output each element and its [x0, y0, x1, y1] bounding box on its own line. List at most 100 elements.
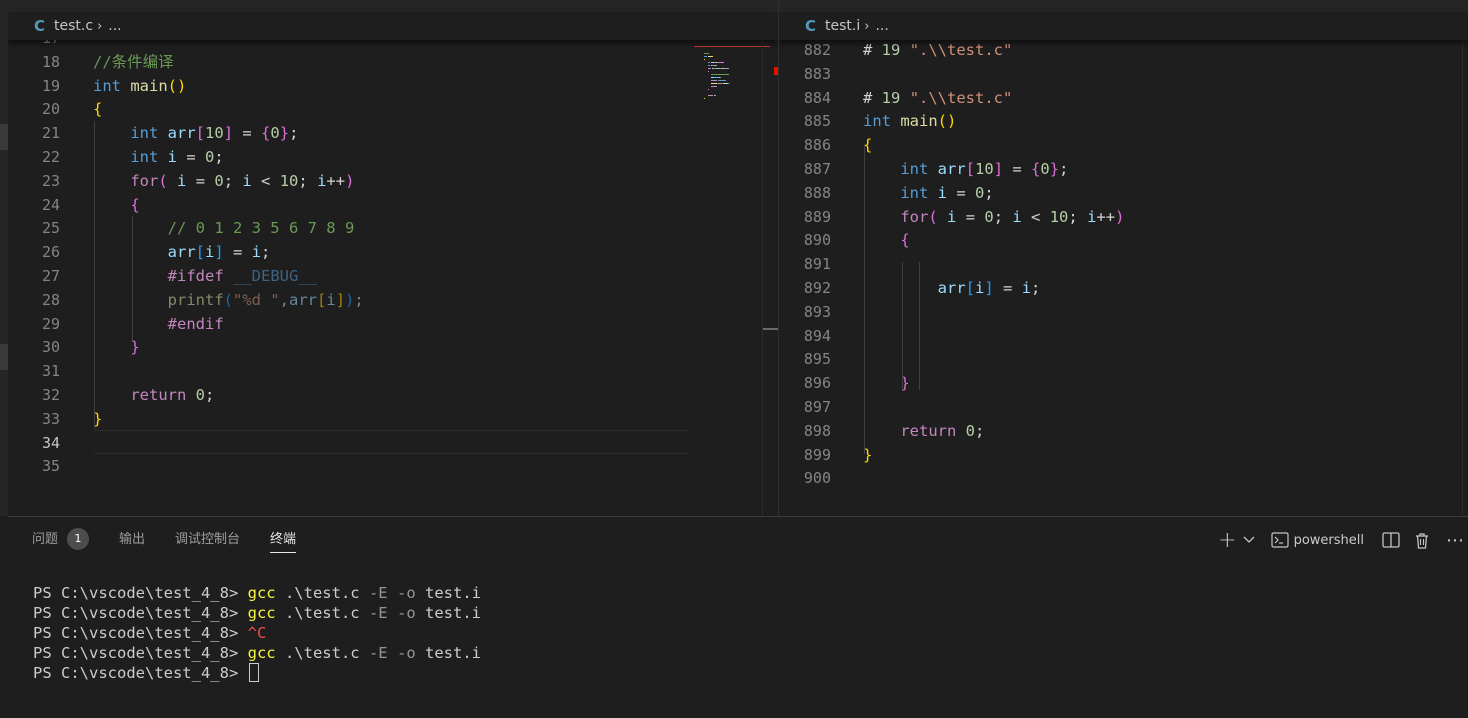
code-token: {: [93, 100, 103, 119]
code-line[interactable]: 30 }: [8, 335, 778, 359]
code-line[interactable]: 883: [779, 62, 1468, 86]
code-line[interactable]: 24 {: [8, 193, 778, 217]
breadcrumb-more[interactable]: ...: [108, 18, 121, 34]
code-token: i: [326, 290, 336, 309]
code-text: int i = 0;: [93, 145, 223, 169]
code-line[interactable]: 891: [779, 252, 1468, 276]
code-line[interactable]: 890 {: [779, 228, 1468, 252]
code-line[interactable]: 893: [779, 300, 1468, 324]
code-token: ;: [261, 243, 271, 262]
new-terminal-button[interactable]: +: [1218, 528, 1236, 553]
code-line[interactable]: 31: [8, 359, 778, 383]
vertical-scrollbar[interactable]: [762, 40, 778, 516]
line-number: 32: [41, 386, 60, 404]
code-line[interactable]: 896 }: [779, 371, 1468, 395]
code-line[interactable]: 895: [779, 347, 1468, 371]
terminal-token: -o: [396, 644, 416, 662]
code-line[interactable]: 882 # 19 ".\\test.c": [779, 38, 1468, 62]
code-token: (: [928, 207, 938, 226]
code-line[interactable]: 894: [779, 324, 1468, 348]
terminal-shell-selector[interactable]: powershell: [1270, 532, 1364, 548]
chevron-down-icon[interactable]: [1243, 536, 1255, 544]
code-line[interactable]: 26 arr[i] = i;: [8, 240, 778, 264]
code-token: main: [900, 112, 938, 131]
code-line[interactable]: 886{: [779, 133, 1468, 157]
code-line[interactable]: 25 // 0 1 2 3 5 6 7 8 9: [8, 216, 778, 240]
c-file-icon: C: [34, 17, 46, 35]
code-token: 10: [205, 124, 224, 143]
code-token: i: [242, 171, 252, 190]
code-line[interactable]: 898 return 0;: [779, 419, 1468, 443]
panel-tab[interactable]: 问题 1: [32, 517, 90, 563]
indent-guide: [902, 262, 903, 390]
breadcrumb[interactable]: C test.c › ...: [8, 12, 778, 40]
code-area[interactable]: 1718//条件编译19int main()20{21 int arr[10] …: [8, 29, 778, 516]
code-token: 0: [965, 421, 976, 440]
code-token: (: [223, 290, 233, 309]
minimap-stroke: [720, 77, 722, 78]
code-line[interactable]: 23 for( i = 0; i < 10; i++): [8, 169, 778, 193]
code-line[interactable]: 19 int main(): [8, 74, 778, 98]
code-token: [: [317, 290, 327, 309]
code-area[interactable]: 882 # 19 ".\\test.c" 883 884 # 19 ".\\test.c…: [779, 40, 1468, 516]
code-line[interactable]: 22 int i = 0;: [8, 145, 778, 169]
activity-marker: [0, 344, 8, 370]
breadcrumb[interactable]: C test.i › ...: [779, 12, 1468, 40]
panel-actions: + powershell ⋯: [1204, 517, 1468, 563]
terminal-token: gcc: [247, 644, 276, 662]
code-line[interactable]: 900: [779, 466, 1468, 490]
panel-tab[interactable]: 调试控制台: [175, 517, 240, 563]
line-number: 23: [41, 171, 60, 190]
code-text: for( i = 0; i < 10; i++): [93, 169, 354, 193]
code-line[interactable]: 18 //条件编译: [8, 50, 778, 74]
split-terminal-icon[interactable]: [1382, 532, 1400, 548]
code-line[interactable]: 21 int arr[10] = {0};: [8, 121, 778, 145]
panel-tab[interactable]: 终端: [270, 517, 297, 563]
code-token: ;: [298, 171, 318, 190]
line-number: 33: [41, 409, 60, 428]
panel-tab[interactable]: 输出: [119, 517, 145, 563]
code-token: return: [900, 421, 957, 440]
minimap[interactable]: [694, 40, 770, 116]
code-line[interactable]: 20 {: [8, 97, 778, 121]
code-token: ++: [326, 171, 346, 190]
line-number: 882: [803, 41, 831, 59]
code-token: 0: [1040, 160, 1050, 178]
breadcrumb-file[interactable]: test.i: [825, 18, 860, 34]
minimap-stroke: [722, 62, 724, 63]
code-token: (): [167, 76, 187, 95]
code-line[interactable]: 887 int arr[10] = {0};: [779, 157, 1468, 181]
terminal-line: PS C:\vscode\test_4_8> gcc .\test.c -E -…: [33, 583, 481, 603]
minimap-stroke: [711, 80, 717, 81]
code-line[interactable]: 899}: [779, 443, 1468, 467]
code-line[interactable]: 888 int i = 0;: [779, 181, 1468, 205]
code-line[interactable]: 897: [779, 395, 1468, 419]
code-line[interactable]: 27 #ifdef __DEBUG__: [8, 264, 778, 288]
breadcrumb-file[interactable]: test.c: [54, 18, 93, 34]
code-line[interactable]: 33}: [8, 407, 778, 431]
code-line[interactable]: 889 for( i = 0; i < 10; i++): [779, 205, 1468, 229]
code-line[interactable]: 32 return 0;: [8, 383, 778, 407]
code-token: //条件编译: [93, 52, 174, 71]
more-actions-icon[interactable]: ⋯: [1446, 530, 1464, 551]
code-token: printf: [167, 290, 224, 309]
code-token: [: [965, 160, 976, 178]
panel-tab-label: 问题: [32, 532, 59, 547]
terminal-output[interactable]: PS C:\vscode\test_4_8> gcc .\test.c -E -…: [33, 583, 481, 683]
code-line[interactable]: 28 printf("%d ",arr[i]);: [8, 288, 778, 312]
trash-icon[interactable]: [1414, 532, 1430, 549]
code-line[interactable]: 35: [8, 454, 778, 478]
line-number: 887: [803, 160, 831, 178]
vertical-scrollbar[interactable]: [1462, 40, 1468, 516]
code-line[interactable]: 29 #endif: [8, 312, 778, 336]
code-line[interactable]: 885 int main(): [779, 109, 1468, 133]
breadcrumb-more[interactable]: ...: [875, 18, 888, 34]
code-line[interactable]: 884 # 19 ".\\test.c": [779, 86, 1468, 110]
code-token: ): [1115, 207, 1125, 226]
code-line[interactable]: 892 arr[i] = i;: [779, 276, 1468, 300]
